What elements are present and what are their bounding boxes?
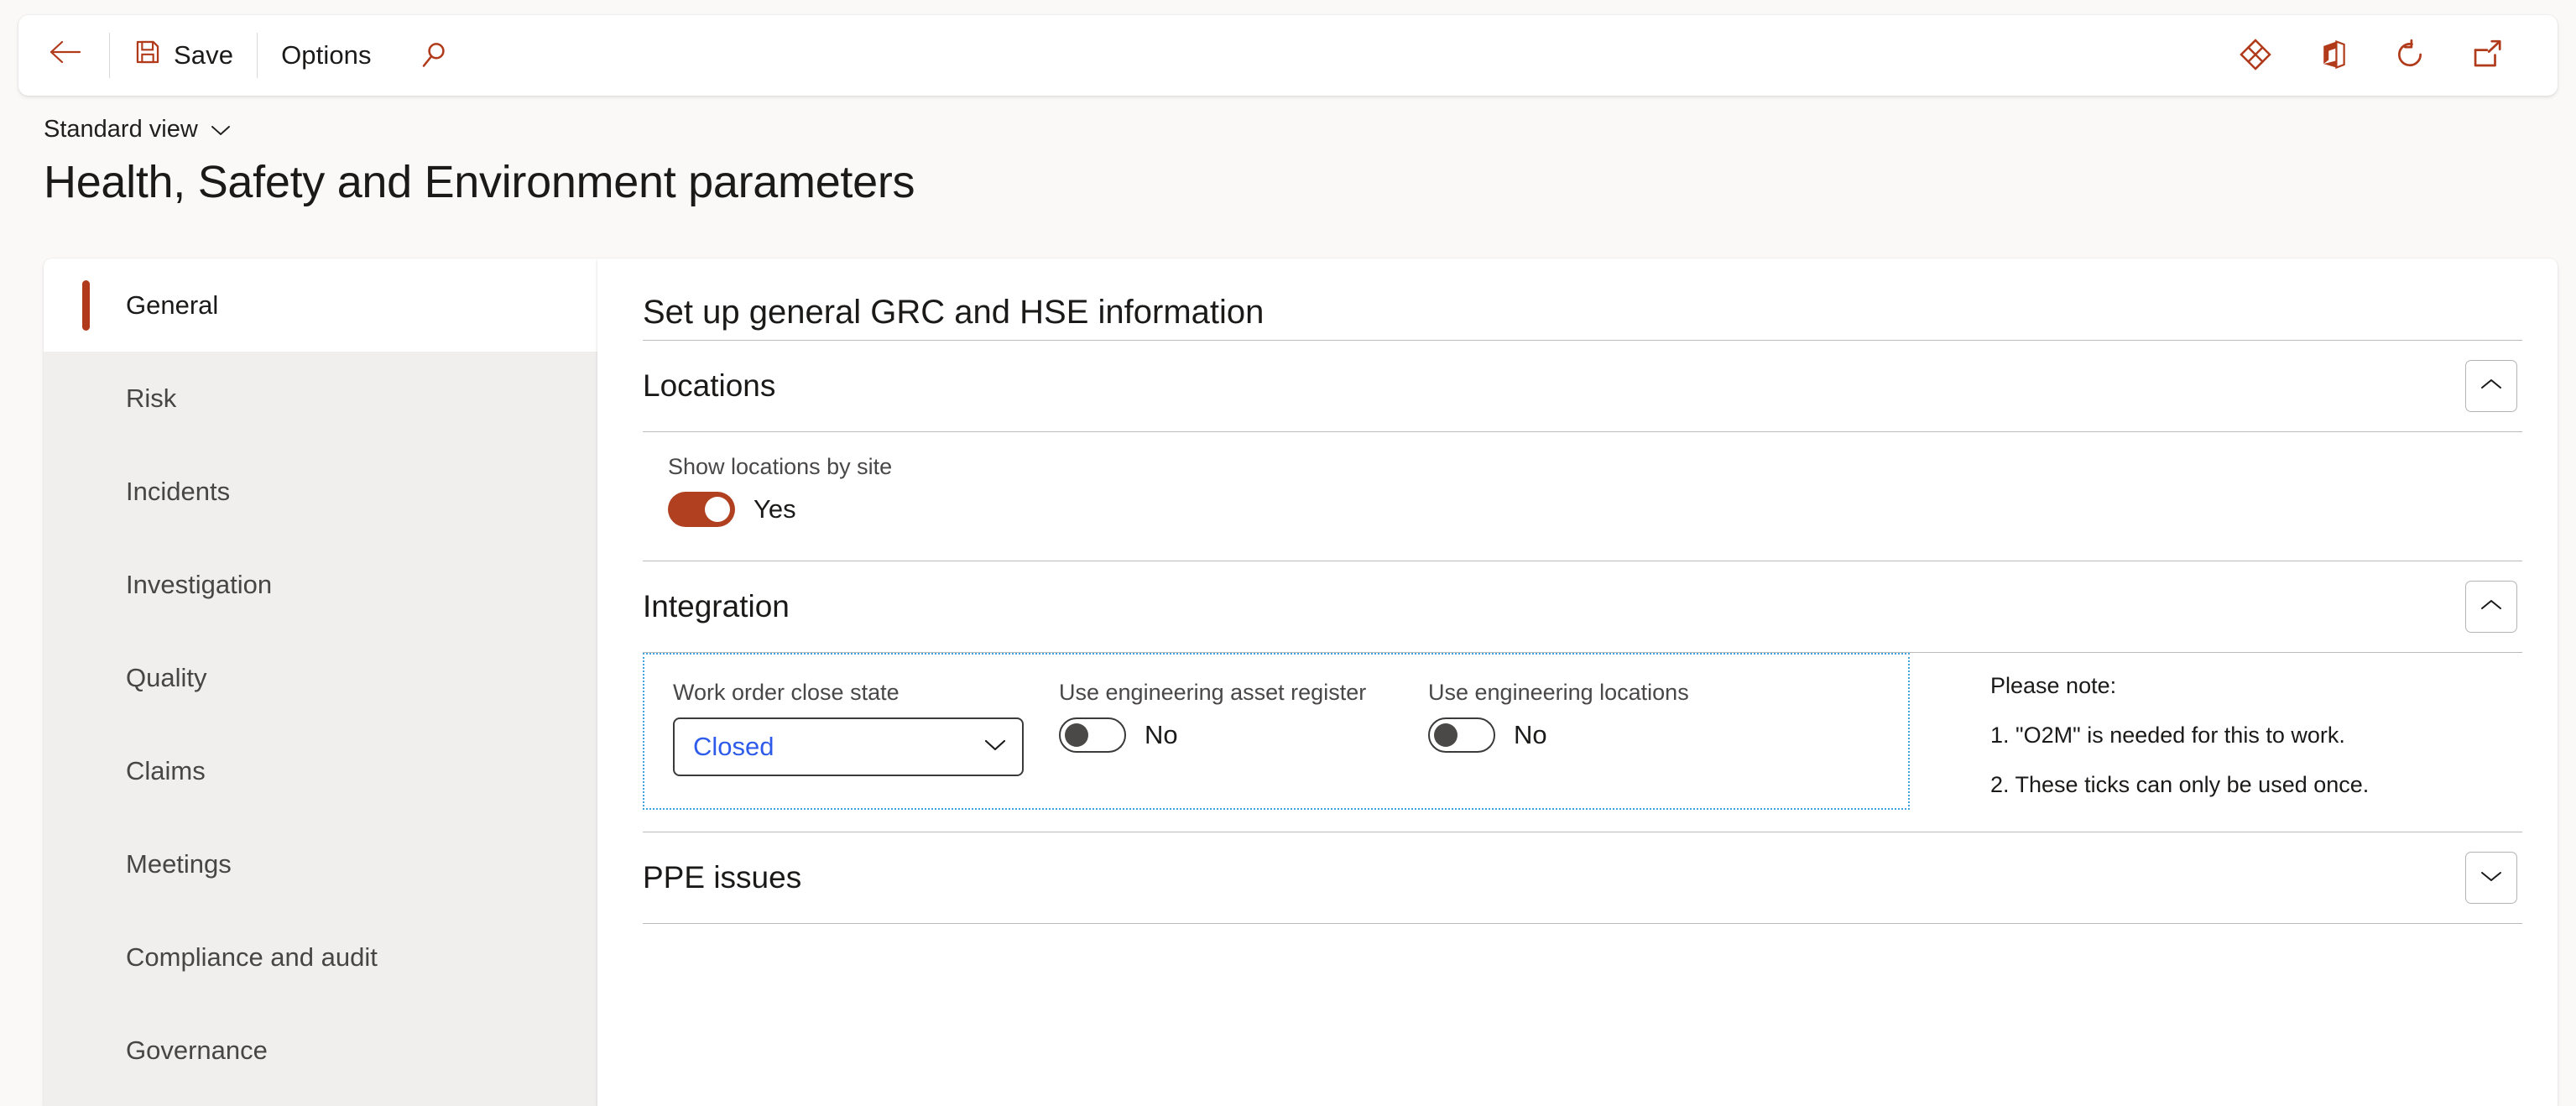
- chevron-down-icon: [982, 737, 1009, 758]
- arrow-left-icon: [49, 39, 81, 71]
- view-selector[interactable]: Standard view: [44, 116, 232, 143]
- sidebar-item-quality[interactable]: Quality: [44, 631, 597, 724]
- integration-note: Please note: 1. "O2M" is needed for this…: [1910, 653, 2369, 798]
- sidebar-item-label: Governance: [126, 1035, 268, 1065]
- work-order-close-state-select[interactable]: Closed: [673, 717, 1024, 776]
- view-selector-label: Standard view: [44, 116, 198, 143]
- note-line-2: 2. These ticks can only be used once.: [1990, 772, 2370, 797]
- search-button[interactable]: [395, 15, 472, 96]
- chevron-up-icon: [2479, 377, 2504, 396]
- command-bar-left-group: Save Options: [18, 15, 472, 96]
- sidebar-item-incidents[interactable]: Incidents: [44, 445, 597, 538]
- use-engineering-asset-register-label: Use engineering asset register: [1059, 680, 1367, 705]
- command-bar: Save Options: [18, 15, 2558, 96]
- section-header-ppe-issues[interactable]: PPE issues: [643, 832, 2522, 923]
- refresh-button[interactable]: [2371, 15, 2448, 96]
- use-engineering-locations-value: No: [1514, 720, 1547, 749]
- divider: [643, 923, 2522, 924]
- sidebar-item-governance[interactable]: Governance: [44, 1004, 597, 1097]
- section-header-integration[interactable]: Integration: [643, 561, 2522, 652]
- sidebar-item-claims[interactable]: Claims: [44, 724, 597, 817]
- options-button-label: Options: [281, 40, 372, 70]
- show-locations-by-site-value: Yes: [754, 494, 796, 524]
- page-shell: General Risk Incidents Investigation Qua…: [44, 258, 2558, 1106]
- power-apps-icon: [2239, 38, 2272, 74]
- section-title-locations: Locations: [643, 368, 776, 403]
- power-apps-button[interactable]: [2217, 15, 2294, 96]
- section-header-locations[interactable]: Locations: [643, 341, 2522, 431]
- show-locations-by-site-field: Yes: [668, 492, 2522, 527]
- sidebar-item-compliance-and-audit[interactable]: Compliance and audit: [44, 910, 597, 1004]
- toggle-knob: [1065, 723, 1088, 747]
- sidebar-item-label: Compliance and audit: [126, 942, 378, 972]
- use-engineering-asset-register-value: No: [1145, 720, 1178, 749]
- save-floppy-icon: [133, 38, 162, 73]
- collapse-toggle-ppe-issues[interactable]: [2465, 852, 2517, 904]
- work-order-close-state-value: Closed: [693, 732, 774, 761]
- office-apps-icon: [2317, 39, 2349, 73]
- sidebar-item-label: Risk: [126, 383, 177, 413]
- options-button[interactable]: Options: [258, 15, 395, 96]
- toggle-knob: [705, 497, 730, 522]
- toggle-knob: [1434, 723, 1457, 747]
- use-engineering-locations-field: Use engineering locations No: [1428, 680, 1747, 776]
- sidebar-item-meetings[interactable]: Meetings: [44, 817, 597, 910]
- chevron-up-icon: [2479, 597, 2504, 617]
- collapse-toggle-locations[interactable]: [2465, 360, 2517, 412]
- chevron-down-icon: [2479, 869, 2504, 888]
- note-line-1: 1. "O2M" is needed for this to work.: [1990, 723, 2345, 748]
- show-locations-by-site-toggle[interactable]: [668, 492, 735, 527]
- use-engineering-asset-register-field: Use engineering asset register No: [1059, 680, 1395, 776]
- open-in-new-window-icon: [2471, 39, 2503, 73]
- sidebar-item-investigation[interactable]: Investigation: [44, 538, 597, 631]
- command-bar-right-group: [2217, 15, 2558, 96]
- sidebar-navigation: General Risk Incidents Investigation Qua…: [44, 258, 597, 1106]
- refresh-icon: [2394, 39, 2426, 73]
- save-button-label: Save: [174, 40, 234, 70]
- integration-highlighted-group: Work order close state Closed Use engine…: [643, 653, 1910, 810]
- chevron-down-icon: [210, 116, 232, 143]
- sidebar-item-label: Quality: [126, 662, 207, 692]
- sidebar-item-label: Incidents: [126, 476, 231, 506]
- save-button[interactable]: Save: [110, 15, 257, 96]
- section-title-integration: Integration: [643, 589, 790, 623]
- back-button[interactable]: [18, 15, 109, 96]
- collapse-toggle-integration[interactable]: [2465, 581, 2517, 633]
- note-title: Please note:: [1990, 673, 2117, 698]
- use-engineering-locations-label: Use engineering locations: [1428, 680, 1689, 705]
- content-heading: Set up general GRC and HSE information: [643, 294, 1265, 331]
- work-order-close-state-field: Work order close state Closed: [673, 680, 1025, 776]
- page-title: Health, Safety and Environment parameter…: [44, 157, 915, 207]
- sidebar-item-label: General: [126, 290, 219, 320]
- show-locations-by-site-label: Show locations by site: [668, 454, 893, 479]
- sidebar-item-general[interactable]: General: [44, 258, 597, 352]
- office-apps-button[interactable]: [2294, 15, 2371, 96]
- sidebar-item-label: Investigation: [126, 569, 273, 599]
- locations-section-body: Show locations by site Yes: [643, 432, 2522, 561]
- integration-section-body: Work order close state Closed Use engine…: [643, 653, 2522, 832]
- work-order-close-state-label: Work order close state: [673, 680, 900, 705]
- use-engineering-asset-register-toggle[interactable]: [1059, 717, 1126, 753]
- sidebar-item-label: Meetings: [126, 848, 232, 879]
- use-engineering-asset-register-row: No: [1059, 717, 1395, 753]
- open-in-new-window-button[interactable]: [2448, 15, 2526, 96]
- use-engineering-locations-row: No: [1428, 717, 1747, 753]
- sidebar-item-risk[interactable]: Risk: [44, 352, 597, 445]
- sidebar-item-label: Claims: [126, 755, 206, 785]
- search-icon: [419, 39, 449, 72]
- content-panel: Set up general GRC and HSE information L…: [597, 258, 2558, 1106]
- section-title-ppe-issues: PPE issues: [643, 860, 802, 895]
- use-engineering-locations-toggle[interactable]: [1428, 717, 1495, 753]
